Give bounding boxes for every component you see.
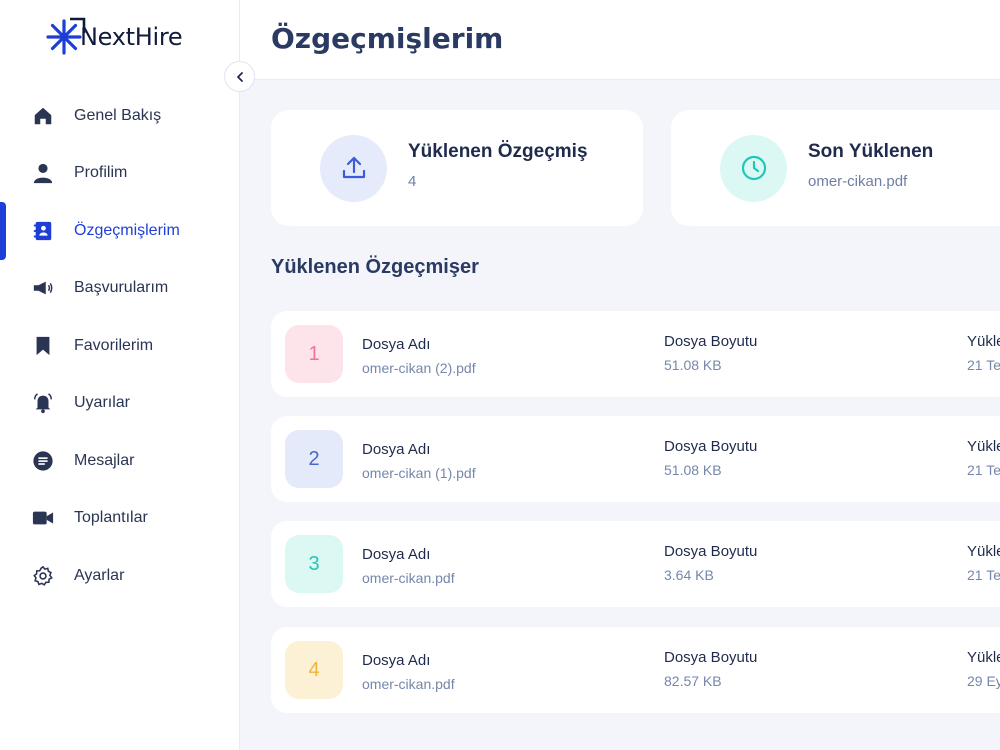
sidebar-item-uyarilar[interactable]: Uyarılar <box>0 375 240 433</box>
stat-card-uploaded-count: Yüklenen Özgeçmiş 4 <box>271 110 643 226</box>
row-number-badge: 2 <box>285 430 343 488</box>
file-size-label: Dosya Boyutu <box>664 438 758 455</box>
sidebar-item-toplantilar[interactable]: Toplantılar <box>0 490 240 548</box>
upload-icon <box>342 156 365 179</box>
upload-date-value: 29 Ey <box>967 673 1000 689</box>
upload-date-column: Yükle 21 Te <box>967 543 1000 583</box>
row-number-badge: 4 <box>285 641 343 699</box>
sidebar-nav: Genel Bakış Profilim Özgeçmişlerim Başvu… <box>0 87 240 605</box>
resume-row[interactable]: 1 Dosya Adı omer-cikan (2).pdf Dosya Boy… <box>271 311 1000 397</box>
file-size-value: 51.08 KB <box>664 357 722 373</box>
file-size-column: Dosya Boyutu 82.57 KB <box>664 649 757 689</box>
sidebar-item-label: Genel Bakış <box>74 106 162 124</box>
sidebar-item-favorilerim[interactable]: Favorilerim <box>0 317 240 375</box>
upload-date-label: Yükle <box>967 543 1000 560</box>
stat-title: Yüklenen Özgeçmiş <box>408 140 588 162</box>
file-size-value: 3.64 KB <box>664 567 714 583</box>
stat-value: omer-cikan.pdf <box>808 172 908 190</box>
sidebar-item-label: Ayarlar <box>74 566 125 584</box>
stat-icon-circle <box>320 134 387 202</box>
file-name-column: Dosya Adı omer-cikan (1).pdf <box>362 441 476 481</box>
brand-name: NextHire <box>80 23 183 51</box>
stat-title: Son Yüklenen <box>808 140 934 162</box>
stat-card-last-uploaded: Son Yüklenen omer-cikan.pdf <box>671 110 1000 226</box>
stat-icon-circle <box>720 134 787 202</box>
row-number-badge: 1 <box>285 325 343 383</box>
file-size-value: 82.57 KB <box>664 673 722 689</box>
file-name-column: Dosya Adı omer-cikan.pdf <box>362 652 455 692</box>
bookmark-icon <box>31 334 55 358</box>
sidebar-item-profilim[interactable]: Profilim <box>0 145 240 203</box>
sidebar-item-ozgecmislerim[interactable]: Özgeçmişlerim <box>0 202 240 260</box>
sidebar-item-label: Uyarılar <box>74 394 131 412</box>
sidebar-item-label: Profilim <box>74 164 128 182</box>
home-icon <box>31 104 55 128</box>
file-size-label: Dosya Boyutu <box>664 333 758 350</box>
sidebar-item-label: Mesajlar <box>74 451 135 469</box>
file-name-label: Dosya Adı <box>362 652 431 669</box>
resume-row[interactable]: 4 Dosya Adı omer-cikan.pdf Dosya Boyutu … <box>271 627 1000 713</box>
sidebar-item-label: Özgeçmişlerim <box>74 221 180 239</box>
stat-value: 4 <box>408 172 417 190</box>
file-size-label: Dosya Boyutu <box>664 543 758 560</box>
sidebar-item-basvurularim[interactable]: Başvurularım <box>0 260 240 318</box>
section-title: Yüklenen Özgeçmişer <box>271 256 479 278</box>
file-name-value: omer-cikan (2).pdf <box>362 360 476 376</box>
file-name-value: omer-cikan.pdf <box>362 570 455 586</box>
resume-row[interactable]: 2 Dosya Adı omer-cikan (1).pdf Dosya Boy… <box>271 416 1000 502</box>
sidebar: NextHire Genel Bakış Profilim Özgeçmişle… <box>0 0 240 750</box>
sidebar-item-ayarlar[interactable]: Ayarlar <box>0 547 240 605</box>
message-icon <box>31 449 55 473</box>
file-name-value: omer-cikan (1).pdf <box>362 465 476 481</box>
logo[interactable]: NextHire <box>46 14 183 60</box>
resume-row[interactable]: 3 Dosya Adı omer-cikan.pdf Dosya Boyutu … <box>271 521 1000 607</box>
upload-date-column: Yükle 21 Te <box>967 438 1000 478</box>
sidebar-item-genel-bakis[interactable]: Genel Bakış <box>0 87 240 145</box>
resume-icon <box>31 219 55 243</box>
upload-date-label: Yükle <box>967 333 1000 350</box>
page-title: Özgeçmişlerim <box>271 22 504 55</box>
page-header: Özgeçmişlerim <box>240 0 1000 80</box>
upload-date-value: 21 Te <box>967 462 1000 478</box>
clock-icon <box>741 155 766 181</box>
sidebar-item-label: Favorilerim <box>74 336 154 354</box>
bell-icon <box>31 391 55 415</box>
upload-date-label: Yükle <box>967 649 1000 666</box>
sidebar-item-label: Başvurularım <box>74 279 169 297</box>
file-size-label: Dosya Boyutu <box>664 649 758 666</box>
upload-date-label: Yükle <box>967 438 1000 455</box>
stat-text: Son Yüklenen omer-cikan.pdf <box>808 141 933 190</box>
gear-icon <box>31 564 55 588</box>
file-size-column: Dosya Boyutu 51.08 KB <box>664 333 757 373</box>
row-number-badge: 3 <box>285 535 343 593</box>
user-icon <box>31 161 55 185</box>
file-name-column: Dosya Adı omer-cikan (2).pdf <box>362 336 476 376</box>
file-name-label: Dosya Adı <box>362 336 431 353</box>
file-size-column: Dosya Boyutu 51.08 KB <box>664 438 757 478</box>
sidebar-item-mesajlar[interactable]: Mesajlar <box>0 432 240 490</box>
stat-text: Yüklenen Özgeçmiş 4 <box>408 141 588 190</box>
upload-date-column: Yükle 29 Ey <box>967 649 1000 689</box>
file-name-label: Dosya Adı <box>362 546 431 563</box>
file-name-label: Dosya Adı <box>362 441 431 458</box>
video-icon <box>31 506 55 530</box>
megaphone-icon <box>31 276 55 300</box>
file-name-value: omer-cikan.pdf <box>362 676 455 692</box>
file-size-column: Dosya Boyutu 3.64 KB <box>664 543 757 583</box>
upload-date-column: Yükle 21 Te <box>967 333 1000 373</box>
upload-date-value: 21 Te <box>967 357 1000 373</box>
collapse-sidebar-button[interactable] <box>224 61 255 92</box>
chevron-left-icon <box>236 71 243 82</box>
file-size-value: 51.08 KB <box>664 462 722 478</box>
upload-date-value: 21 Te <box>967 567 1000 583</box>
file-name-column: Dosya Adı omer-cikan.pdf <box>362 546 455 586</box>
sidebar-item-label: Toplantılar <box>74 509 148 527</box>
